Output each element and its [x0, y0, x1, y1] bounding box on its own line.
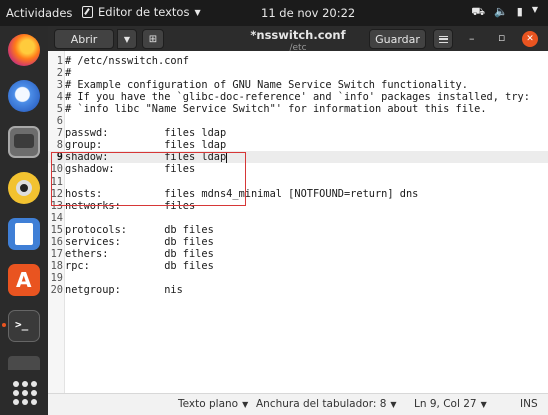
insert-mode-indicator[interactable]: INS: [520, 398, 538, 410]
header-bar: Abrir ▼ ⊞ *nsswitch.conf /etc Guardar – …: [48, 26, 548, 53]
line-text: # /etc/nsswitch.conf: [65, 55, 189, 67]
status-bar: Texto plano ▼ Anchura del tabulador: 8 ▼…: [48, 393, 548, 415]
rhythmbox-icon[interactable]: [8, 172, 40, 204]
editor-line[interactable]: 15 protocols: db files: [48, 224, 548, 236]
software-icon[interactable]: [8, 264, 40, 296]
battery-icon: ▮: [516, 5, 523, 18]
menu-caret-icon: ▼: [531, 5, 538, 14]
line-text: # `info libc "Name Service Switch"' for …: [65, 103, 487, 116]
line-text: rpc: db files: [65, 259, 214, 272]
editor-line[interactable]: 14: [48, 212, 548, 224]
line-number: 1: [56, 55, 63, 67]
dock: [0, 26, 48, 415]
editor-line[interactable]: 17 ethers: db files: [48, 248, 548, 260]
running-indicator: [2, 323, 6, 327]
editor-line[interactable]: 20 netgroup: nis: [48, 284, 548, 296]
cursor-position[interactable]: Ln 9, Col 27 ▼: [414, 398, 487, 410]
annotation-highlight-box: [51, 152, 246, 206]
firefox-icon[interactable]: [8, 34, 40, 66]
editor-line[interactable]: 3 # Example configuration of GNU Name Ser…: [48, 79, 548, 91]
close-button[interactable]: ✕: [522, 31, 538, 47]
terminal-icon[interactable]: [8, 310, 40, 342]
editor-line[interactable]: 7 passwd: files ldap: [48, 127, 548, 139]
files-icon[interactable]: [8, 126, 40, 158]
line-text: protocols: db files: [65, 223, 214, 236]
line-text: #: [65, 67, 72, 80]
editor-line[interactable]: 1 # /etc/nsswitch.conf: [48, 55, 548, 67]
app-menu[interactable]: Editor de textos ▼: [82, 5, 201, 19]
open-button[interactable]: Abrir: [54, 29, 114, 49]
save-button[interactable]: Guardar: [369, 29, 426, 49]
line-text: ethers: db files: [65, 247, 214, 260]
app-menu-label: Editor de textos: [98, 5, 190, 19]
editor-line[interactable]: 4 # If you have the `glibc-doc-reference'…: [48, 91, 548, 103]
line-text: # If you have the `glibc-doc-reference' …: [65, 91, 530, 104]
show-apps-icon[interactable]: [13, 381, 37, 405]
line-number: 17: [50, 247, 63, 260]
line-number: 15: [50, 223, 63, 236]
editor-line[interactable]: 16 services: db files: [48, 236, 548, 248]
language-label: Texto plano: [178, 398, 239, 410]
trash-icon[interactable]: [8, 356, 40, 370]
document-title: *nsswitch.conf: [250, 28, 346, 42]
clock[interactable]: 11 de nov 20:22: [261, 6, 355, 20]
line-number: 18: [50, 259, 63, 272]
network-icon: ⛟: [471, 5, 486, 18]
line-number: 4: [56, 91, 63, 104]
language-selector[interactable]: Texto plano ▼: [178, 398, 248, 410]
main-menu-button[interactable]: [433, 29, 453, 49]
line-text: services: db files: [65, 235, 214, 248]
line-text: passwd: files ldap: [65, 127, 227, 140]
chevron-down-icon: ▼: [480, 399, 487, 409]
insert-mode-label: INS: [520, 398, 538, 410]
activities-button[interactable]: Actividades: [6, 6, 72, 20]
line-number: 2: [56, 67, 63, 80]
line-number: 19: [50, 271, 63, 284]
open-menu-button[interactable]: ▼: [117, 29, 137, 49]
line-number: 16: [50, 235, 63, 248]
chevron-down-icon: ▼: [123, 34, 131, 44]
line-number: 14: [50, 211, 63, 224]
top-bar: Actividades Editor de textos ▼ 11 de nov…: [0, 0, 548, 26]
thunderbird-icon[interactable]: [8, 80, 40, 112]
window-title: *nsswitch.conf /etc: [218, 28, 378, 53]
chevron-down-icon: ▼: [242, 399, 249, 409]
line-number: 6: [56, 115, 63, 128]
hamburger-icon: [438, 35, 448, 43]
line-number: 3: [56, 79, 63, 92]
editor-line[interactable]: 18 rpc: db files: [48, 260, 548, 272]
line-number: 7: [56, 127, 63, 140]
chevron-down-icon: ▼: [390, 399, 397, 409]
tab-width-selector[interactable]: Anchura del tabulador: 8 ▼: [256, 398, 397, 410]
minimize-button[interactable]: –: [469, 32, 475, 45]
new-document-button[interactable]: ⊞: [142, 29, 164, 49]
text-editor-window: Abrir ▼ ⊞ *nsswitch.conf /etc Guardar – …: [48, 26, 548, 415]
volume-icon: 🔈: [494, 5, 508, 18]
editor-line[interactable]: 5 # `info libc "Name Service Switch"' for…: [48, 103, 548, 115]
text-editor-icon: [82, 6, 93, 18]
tab-width-label: Anchura del tabulador: 8: [256, 398, 387, 410]
maximize-button[interactable]: ▫: [498, 31, 505, 44]
line-number: 5: [56, 103, 63, 116]
cursor-position-label: Ln 9, Col 27: [414, 398, 477, 410]
new-document-icon: ⊞: [148, 33, 158, 45]
editor-line[interactable]: 6: [48, 115, 548, 127]
line-text: group: files ldap: [65, 139, 227, 152]
chevron-down-icon: ▼: [194, 7, 201, 17]
editor-line[interactable]: 19: [48, 272, 548, 284]
text-editor-area[interactable]: 1 # /etc/nsswitch.conf 2 #3 # Example config…: [48, 51, 548, 393]
line-text: netgroup: nis: [65, 283, 183, 296]
line-number: 20: [50, 283, 63, 296]
system-tray[interactable]: ⛟ 🔈 ▮ ▼: [471, 5, 538, 20]
writer-icon[interactable]: [8, 218, 40, 250]
line-text: # Example configuration of GNU Name Serv…: [65, 79, 468, 92]
line-number: 8: [56, 139, 63, 152]
editor-line[interactable]: 2 #: [48, 67, 548, 79]
editor-line[interactable]: 8 group: files ldap: [48, 139, 548, 151]
